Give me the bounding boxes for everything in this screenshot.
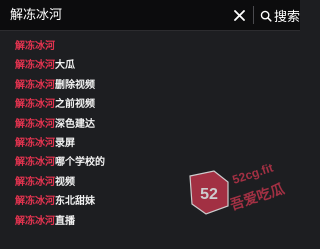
search-suggestion-panel: 搜索 解冻冰河 解冻冰河大瓜 解冻冰河删除视频 解冻冰河之前视频 解冻冰河深色建… (0, 0, 300, 249)
suggestion-item[interactable]: 解冻冰河录屏 (0, 134, 300, 153)
divider (253, 6, 254, 24)
suggestion-item[interactable]: 解冻冰河哪个学校的 (0, 153, 300, 172)
suggestion-rest: 删除视频 (55, 79, 95, 91)
close-icon (233, 9, 245, 21)
search-icon (260, 10, 272, 22)
search-input[interactable] (0, 0, 250, 31)
suggestion-highlight: 解冻冰河 (15, 99, 55, 111)
suggestion-item[interactable]: 解冻冰河深色建达 (0, 115, 300, 134)
suggestion-rest: 录屏 (55, 137, 75, 149)
clear-button[interactable] (230, 6, 248, 24)
suggestion-item[interactable]: 解冻冰河 (0, 37, 300, 56)
search-button[interactable]: 搜索 (256, 2, 300, 29)
suggestion-rest: 直播 (55, 215, 75, 227)
suggestion-rest: 东北甜妹 (55, 196, 95, 208)
suggestion-rest: 视频 (55, 176, 75, 188)
suggestion-highlight: 解冻冰河 (15, 137, 55, 149)
search-button-label: 搜索 (273, 10, 300, 25)
suggestion-highlight: 解冻冰河 (15, 60, 55, 72)
suggestion-highlight: 解冻冰河 (15, 79, 55, 91)
suggestion-rest: 之前视频 (55, 99, 95, 111)
suggestion-item[interactable]: 解冻冰河东北甜妹 (0, 192, 300, 211)
suggestion-highlight: 解冻冰河 (15, 176, 55, 188)
suggestion-list: 解冻冰河 解冻冰河大瓜 解冻冰河删除视频 解冻冰河之前视频 解冻冰河深色建达 解… (0, 37, 300, 231)
suggestion-rest: 哪个学校的 (55, 157, 105, 169)
suggestion-highlight: 解冻冰河 (15, 157, 55, 169)
suggestion-item[interactable]: 解冻冰河之前视频 (0, 95, 300, 114)
suggestion-rest: 深色建达 (55, 118, 95, 130)
suggestion-rest: 大瓜 (55, 60, 75, 72)
suggestion-item[interactable]: 解冻冰河删除视频 (0, 76, 300, 95)
suggestion-highlight: 解冻冰河 (15, 196, 55, 208)
suggestion-highlight: 解冻冰河 (15, 118, 55, 130)
suggestion-highlight: 解冻冰河 (15, 215, 55, 227)
suggestion-item[interactable]: 解冻冰河大瓜 (0, 56, 300, 75)
suggestion-item[interactable]: 解冻冰河视频 (0, 173, 300, 192)
suggestion-highlight: 解冻冰河 (15, 41, 55, 52)
suggestion-item[interactable]: 解冻冰河直播 (0, 212, 300, 231)
search-bar: 搜索 (0, 0, 300, 31)
